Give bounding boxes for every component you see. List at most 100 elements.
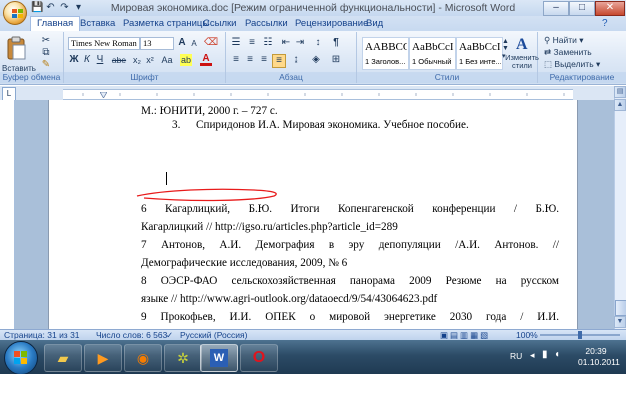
find-label: Найти — [552, 35, 577, 45]
font-group: Times New Roman 13 A A ⌫ Ж К Ч abe x₂ x²… — [64, 32, 226, 83]
bullets-icon[interactable]: ☰ — [230, 37, 242, 49]
help-icon[interactable]: ? — [602, 18, 614, 30]
document-page[interactable]: М.: ЮНИТИ, 2000 г. – 727 с. 3. Спиридоно… — [48, 100, 578, 338]
folder-icon: ▰ — [57, 350, 69, 366]
close-button[interactable]: ✕ — [595, 1, 625, 16]
footnote-6-text: 6 Кагарлицкий, Б.Ю. Итоги Копенгагенской… — [141, 203, 559, 215]
change-styles-button[interactable]: A Изменить стили — [505, 34, 539, 70]
tab-selector[interactable]: L — [2, 87, 16, 101]
find-button[interactable]: ⚲ Найти ▾ — [544, 35, 584, 46]
underline-button[interactable]: Ч — [94, 54, 106, 66]
footnote-9-line1: 9 Прокофьев, И.И. ОПЕК о мировой энергет… — [141, 311, 559, 323]
binoculars-icon: ⚲ — [544, 35, 553, 45]
align-right-icon[interactable]: ≡ — [258, 54, 270, 66]
list-number: 3. — [172, 119, 181, 131]
cut-icon[interactable]: ✂ — [40, 35, 52, 47]
borders-icon[interactable]: ⊞ — [330, 54, 342, 66]
shading-icon[interactable]: ◈ — [310, 54, 322, 66]
tab-references[interactable]: Ссылки — [197, 17, 242, 30]
format-painter-icon[interactable]: ✎ — [40, 59, 52, 71]
select-icon: ⬚ — [544, 59, 555, 69]
editing-group: ⚲ Найти ▾ ⇄ Заменить ⬚ Выделить ▾ Редакт… — [538, 32, 626, 83]
copy-icon[interactable]: ⧉ — [40, 47, 52, 59]
tab-insert[interactable]: Вставка — [74, 17, 121, 30]
word-icon: W — [210, 349, 228, 367]
line-spacing-icon[interactable]: ↨ — [290, 54, 302, 66]
replace-button[interactable]: ⇄ Заменить — [544, 47, 592, 58]
style-normal[interactable]: AaBbCcI 1 Обычный — [409, 37, 456, 70]
clipboard-group: Вставить ✂ ⧉ ✎ Буфер обмена — [0, 32, 64, 83]
clipboard-group-label: Буфер обмена — [0, 72, 63, 83]
font-size-combo[interactable]: 13 — [140, 37, 174, 50]
align-center-icon[interactable]: ≡ — [244, 54, 256, 66]
select-button[interactable]: ⬚ Выделить ▾ — [544, 59, 600, 70]
show-marks-button[interactable]: ¶ — [330, 37, 342, 49]
taskbar-word[interactable]: W — [200, 344, 238, 372]
sort-icon[interactable]: ↕ — [312, 37, 324, 49]
utility-icon: ✲ — [177, 350, 189, 366]
ruler-ticks — [82, 93, 565, 96]
vertical-ruler[interactable] — [2, 100, 15, 338]
taskbar-explorer[interactable]: ▰ — [44, 344, 82, 372]
style-name: 1 Обычный — [412, 57, 452, 66]
font-group-label: Шрифт — [64, 72, 225, 83]
firefox-icon: ◉ — [136, 350, 150, 366]
clock[interactable]: 20:39 01.10.2011 — [578, 346, 620, 368]
highlight-icon[interactable]: ab — [180, 54, 192, 66]
tab-mailings[interactable]: Рассылки — [239, 17, 294, 30]
footnote-8-line1: 8 ОЭСР-ФАО сельскохозяйственная панорама… — [141, 275, 559, 287]
change-case-button[interactable]: Aa — [159, 54, 175, 66]
tray-chevron-icon[interactable]: ◂ — [530, 350, 535, 361]
decrease-indent-icon[interactable]: ⇤ — [280, 37, 292, 49]
align-left-icon[interactable]: ≡ — [230, 54, 242, 66]
grow-font-icon[interactable]: A — [176, 37, 188, 49]
clock-time: 20:39 — [585, 346, 607, 356]
taskbar-firefox[interactable]: ◉ — [124, 344, 162, 372]
footnote-7-line1: 7 Антонов, А.И. Демография в эру депопул… — [141, 239, 559, 251]
footnote-6-line2: Кагарлицкий // http://igso.ru/articles.p… — [141, 221, 398, 233]
tab-view[interactable]: Вид — [360, 17, 389, 30]
first-line-indent-marker[interactable] — [99, 89, 108, 99]
paragraph-group: ☰ ≡ ☷ ⇤ ⇥ ↕ ¶ ≡ ≡ ≡ ≡ ↨ ◈ ⊞ Абзац — [226, 32, 357, 83]
footnote-8-text: 8 ОЭСР-ФАО сельскохозяйственная панорама… — [141, 275, 559, 287]
zoom-slider-thumb[interactable] — [578, 331, 582, 339]
subscript-button[interactable]: x₂ — [131, 54, 143, 66]
office-button[interactable] — [3, 1, 27, 25]
paste-button[interactable] — [4, 35, 30, 63]
taskbar-opera[interactable]: O — [240, 344, 278, 372]
italic-button[interactable]: К — [81, 54, 93, 66]
bold-button[interactable]: Ж — [68, 54, 80, 66]
network-icon[interactable]: ▮ — [542, 349, 548, 360]
volume-icon[interactable]: ◖ — [554, 349, 560, 360]
justify-icon[interactable]: ≡ — [272, 54, 286, 68]
style-no-spacing[interactable]: AaBbCcI 1 Без инте... — [456, 37, 503, 70]
footnote-7-text: 7 Антонов, А.И. Демография в эру депопул… — [141, 239, 559, 251]
taskbar-utility[interactable]: ✲ — [164, 344, 202, 372]
footnote-7-line2: Демографические исследования, 2009, № 6 — [141, 257, 348, 269]
keyboard-language[interactable]: RU — [510, 351, 522, 361]
font-name-combo[interactable]: Times New Roman — [68, 37, 140, 50]
superscript-button[interactable]: x² — [144, 54, 156, 66]
paragraph-group-label: Абзац — [226, 72, 356, 83]
style-heading1[interactable]: AABBCC 1 Заголов... — [362, 37, 409, 70]
multilevel-list-icon[interactable]: ☷ — [262, 37, 274, 49]
increase-indent-icon[interactable]: ⇥ — [294, 37, 306, 49]
ruler-toggle-icon[interactable]: ▤ — [614, 86, 626, 98]
editing-group-label: Редактирование — [538, 72, 626, 83]
scroll-up-button[interactable]: ▲ — [614, 99, 626, 111]
scroll-down-button[interactable]: ▼ — [614, 316, 626, 328]
shrink-font-icon[interactable]: A — [188, 38, 200, 50]
minimize-button[interactable]: – — [543, 1, 569, 16]
tab-home[interactable]: Главная — [30, 16, 81, 32]
maximize-button[interactable]: □ — [569, 1, 595, 16]
zoom-slider[interactable] — [540, 331, 620, 339]
font-color-button[interactable]: A — [200, 53, 212, 66]
clear-format-icon[interactable]: ⌫ — [204, 37, 218, 49]
window-title: Мировая экономика.doc [Режим ограниченно… — [110, 2, 516, 14]
taskbar-media-player[interactable]: ▶ — [84, 344, 122, 372]
windows-logo-icon — [14, 351, 27, 364]
start-button[interactable] — [4, 341, 38, 375]
footnote-8-line2: языке // http://www.agri-outlook.org/dat… — [141, 293, 438, 305]
numbering-icon[interactable]: ≡ — [246, 37, 258, 49]
strikethrough-button[interactable]: abe — [109, 54, 129, 66]
